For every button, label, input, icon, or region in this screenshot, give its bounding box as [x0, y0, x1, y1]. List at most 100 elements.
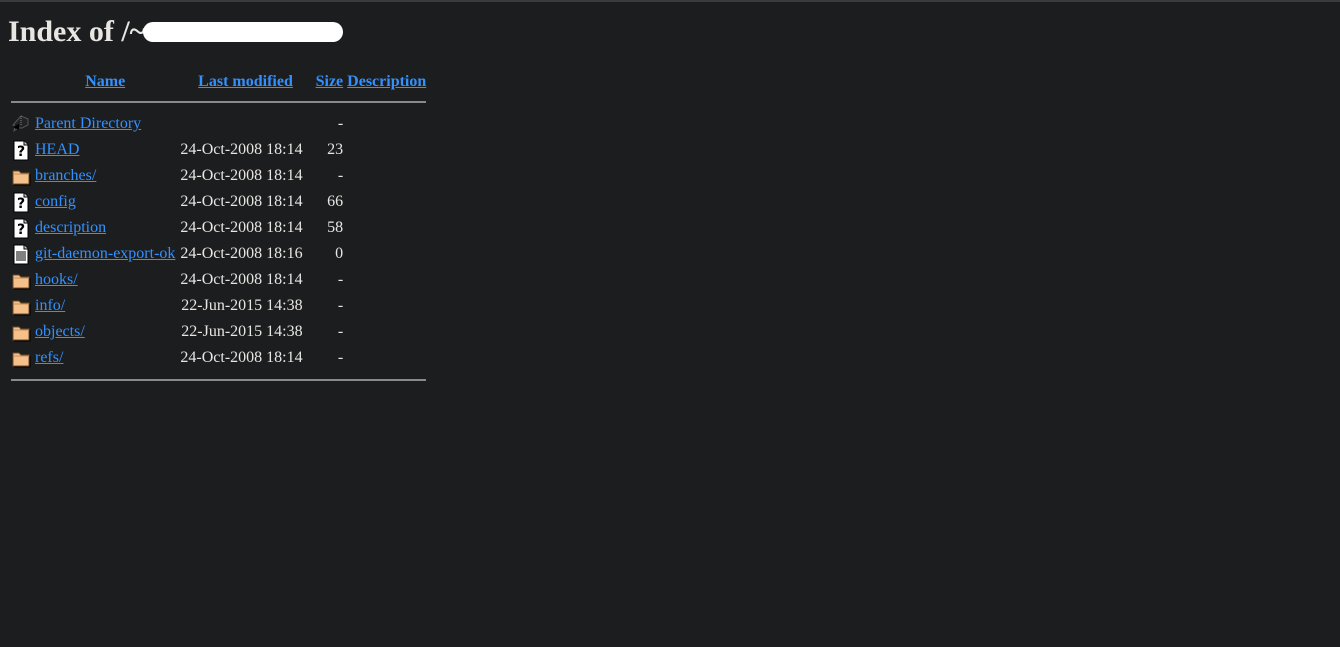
- icon-cell: [10, 294, 32, 318]
- name-cell: HEAD: [34, 138, 176, 162]
- size-cell: 23: [327, 141, 344, 158]
- table-row: refs/ 24-Oct-2008 18:14 -: [10, 346, 427, 370]
- file-link[interactable]: Parent Directory: [35, 115, 141, 132]
- last-modified-cell: 24-Oct-2008 18:14: [180, 219, 303, 236]
- file-link[interactable]: refs/: [35, 349, 63, 366]
- file-link[interactable]: hooks/: [35, 271, 78, 288]
- description-cell: [346, 294, 427, 318]
- svg-text:?: ?: [17, 196, 25, 212]
- icon-cell: ?: [10, 216, 32, 240]
- name-cell: branches/: [34, 164, 176, 188]
- header-row: Name Last modified Size Description: [10, 72, 427, 92]
- unknown-file-icon: ?: [11, 217, 31, 239]
- last-modified-cell: 24-Oct-2008 18:14: [180, 349, 303, 366]
- bottom-divider-cell: [10, 372, 427, 388]
- top-divider-cell: [10, 94, 427, 110]
- name-cell: git-daemon-export-ok: [34, 242, 176, 266]
- table-row: ? config 24-Oct-2008 18:14 66: [10, 190, 427, 214]
- text-file-icon: [11, 243, 31, 265]
- folder-icon: [11, 321, 31, 343]
- file-link[interactable]: info/: [35, 297, 65, 314]
- last-modified-cell: 24-Oct-2008 18:14: [180, 193, 303, 210]
- description-cell: [346, 242, 427, 266]
- last-modified-cell: 22-Jun-2015 14:38: [181, 297, 303, 314]
- svg-text:?: ?: [17, 144, 25, 160]
- table-row: hooks/ 24-Oct-2008 18:14 -: [10, 268, 427, 292]
- description-cell: [346, 112, 427, 136]
- description-cell: [346, 346, 427, 370]
- table-row: info/ 22-Jun-2015 14:38 -: [10, 294, 427, 318]
- icon-cell: [10, 164, 32, 188]
- header-name: Name: [34, 72, 176, 92]
- header-description: Description: [346, 72, 427, 92]
- description-cell: [346, 320, 427, 344]
- header-last-modified: Last modified: [178, 72, 303, 92]
- icon-cell: ?: [10, 190, 32, 214]
- size-cell: -: [337, 323, 344, 340]
- sort-by-description-link[interactable]: Description: [347, 73, 426, 90]
- table-row: Parent Directory -: [10, 112, 427, 136]
- icon-cell: [10, 242, 32, 266]
- name-cell: description: [34, 216, 176, 240]
- description-cell: [346, 268, 427, 292]
- table-row: branches/ 24-Oct-2008 18:14 -: [10, 164, 427, 188]
- table-row: ? HEAD 24-Oct-2008 18:14 23: [10, 138, 427, 162]
- description-cell: [346, 164, 427, 188]
- listing-body: Parent Directory - ? HEAD 24-Oct-2008 18…: [10, 112, 427, 370]
- description-cell: [346, 216, 427, 240]
- size-cell: -: [337, 297, 344, 314]
- size-cell: -: [337, 115, 344, 132]
- file-link[interactable]: objects/: [35, 323, 85, 340]
- table-row: objects/ 22-Jun-2015 14:38 -: [10, 320, 427, 344]
- table-row: git-daemon-export-ok 24-Oct-2008 18:16 0: [10, 242, 427, 266]
- bottom-divider: [11, 379, 427, 381]
- file-link[interactable]: description: [35, 219, 106, 236]
- unknown-file-icon: ?: [11, 139, 31, 161]
- last-modified-cell: 22-Jun-2015 14:38: [181, 323, 303, 340]
- top-divider: [11, 101, 427, 103]
- name-cell: refs/: [34, 346, 176, 370]
- sort-by-size-link[interactable]: Size: [316, 73, 344, 90]
- name-cell: config: [34, 190, 176, 214]
- last-modified-cell: 24-Oct-2008 18:14: [180, 271, 303, 288]
- size-cell: -: [337, 167, 344, 184]
- icon-cell: [10, 112, 32, 136]
- last-modified-cell: 24-Oct-2008 18:14: [180, 167, 303, 184]
- file-link[interactable]: branches/: [35, 167, 96, 184]
- file-link[interactable]: HEAD: [35, 141, 79, 158]
- name-cell: hooks/: [34, 268, 176, 292]
- size-cell: 0: [335, 245, 344, 262]
- svg-text:?: ?: [17, 222, 25, 238]
- folder-icon: [11, 347, 31, 369]
- folder-icon: [11, 295, 31, 317]
- folder-icon: [11, 269, 31, 291]
- back-icon: [11, 113, 31, 135]
- last-modified-cell: [178, 112, 303, 136]
- size-cell: 66: [327, 193, 344, 210]
- icon-cell: [10, 268, 32, 292]
- file-link[interactable]: git-daemon-export-ok: [35, 245, 175, 262]
- header-icon-cell: [10, 72, 32, 92]
- name-cell: info/: [34, 294, 176, 318]
- size-cell: -: [337, 349, 344, 366]
- file-link[interactable]: config: [35, 193, 76, 210]
- sort-by-last-modified-link[interactable]: Last modified: [198, 73, 293, 90]
- directory-listing: Name Last modified Size Description Pare…: [8, 70, 429, 390]
- icon-cell: [10, 346, 32, 370]
- page-title: Index of /~: [8, 14, 344, 50]
- description-cell: [346, 138, 427, 162]
- unknown-file-icon: ?: [11, 191, 31, 213]
- name-cell: objects/: [34, 320, 176, 344]
- table-row: ? description 24-Oct-2008 18:14 58: [10, 216, 427, 240]
- size-cell: 58: [327, 219, 344, 236]
- icon-cell: ?: [10, 138, 32, 162]
- description-cell: [346, 190, 427, 214]
- last-modified-cell: 24-Oct-2008 18:14: [180, 141, 303, 158]
- redacted-path: [143, 22, 344, 43]
- page: Index of /~ Name Last modified Size Desc…: [0, 2, 1340, 390]
- sort-by-name-link[interactable]: Name: [85, 73, 125, 90]
- last-modified-cell: 24-Oct-2008 18:16: [180, 245, 303, 262]
- name-cell: Parent Directory: [34, 112, 176, 136]
- icon-cell: [10, 320, 32, 344]
- header-size: Size: [306, 72, 345, 92]
